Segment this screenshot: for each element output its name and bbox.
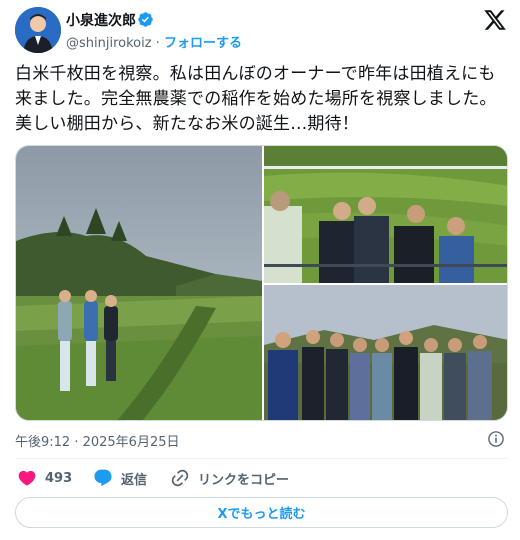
separator-dot: ·	[151, 36, 164, 51]
reply-label: 返信	[121, 472, 148, 488]
timestamp[interactable]: 午後9:12 · 2025年6月25日	[15, 431, 180, 450]
follow-link[interactable]: フォローする	[164, 36, 242, 51]
author-name[interactable]: 小泉進次郎	[66, 10, 136, 30]
copy-link-button[interactable]: リンクをコピー	[170, 466, 289, 490]
media-grid	[15, 145, 508, 421]
author-handle[interactable]: @shinjirokoiz	[66, 36, 152, 51]
reply-bubble-icon	[94, 469, 112, 487]
tweet-header: 小泉進次郎 @shinjirokoiz · フォローする	[0, 0, 520, 60]
photo-terrace-inspection[interactable]	[16, 146, 262, 420]
verified-badge-icon	[138, 12, 153, 27]
photo-group-lineup[interactable]	[264, 285, 507, 420]
tweet-text: 白米千枚田を視察。私は田んぼのオーナーで昨年は田植えにも来ました。完全無農薬での…	[15, 64, 497, 134]
heart-icon	[18, 470, 36, 486]
action-bar: 493 返信 リンクをコピー	[15, 466, 508, 490]
avatar[interactable]	[15, 7, 61, 53]
like-button[interactable]: 493	[17, 466, 72, 490]
divider	[15, 458, 508, 459]
author-subline: @shinjirokoiz · フォローする	[66, 32, 242, 51]
photo-group-on-terraces[interactable]	[264, 146, 507, 283]
copy-link-label: リンクをコピー	[198, 472, 290, 488]
info-icon[interactable]	[487, 430, 505, 448]
x-logo-icon[interactable]	[483, 8, 507, 32]
link-icon	[171, 469, 189, 487]
reply-button[interactable]: 返信	[93, 466, 147, 490]
like-count: 493	[45, 470, 73, 486]
read-more-on-x-button[interactable]: Xでもっと読む	[15, 497, 508, 528]
